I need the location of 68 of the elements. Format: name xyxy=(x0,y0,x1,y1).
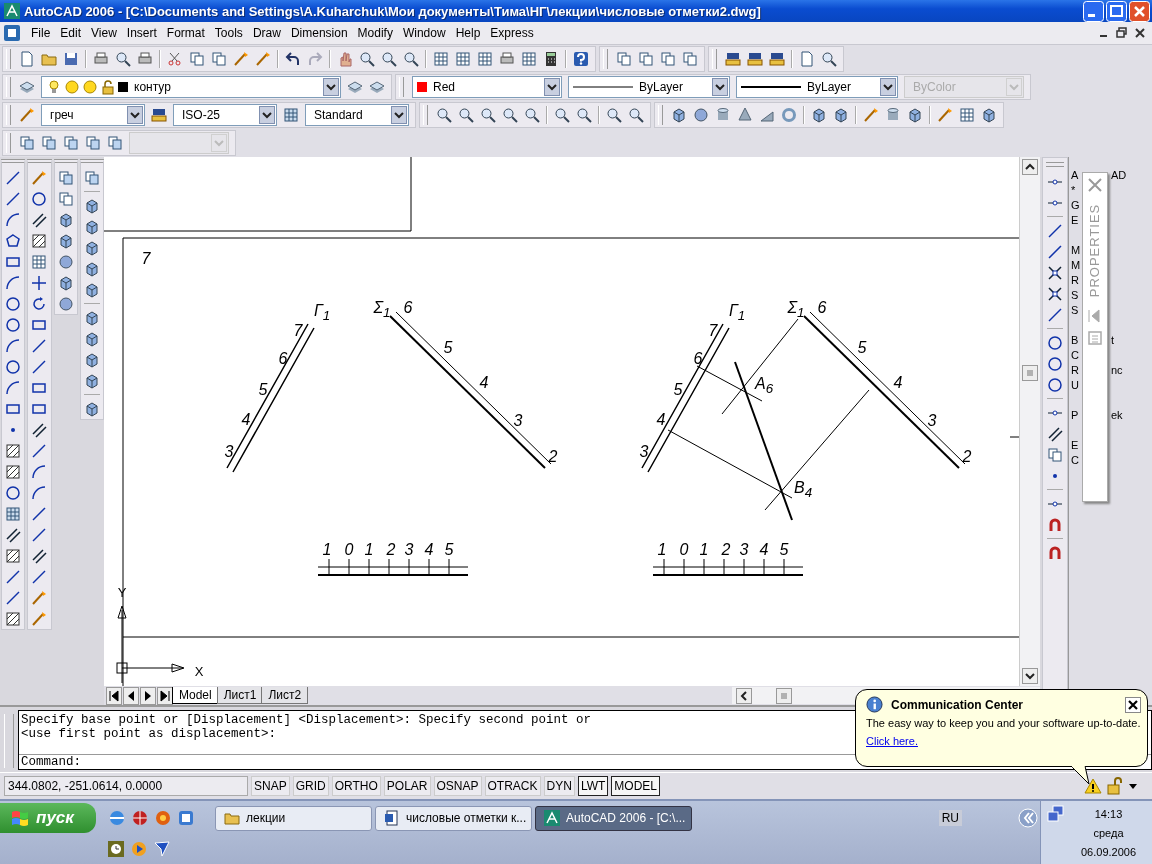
elevation-mark: 4 xyxy=(656,412,666,428)
sheet-number: 7 xyxy=(141,251,151,267)
scale-label: 3 xyxy=(739,542,749,558)
covered-text: AD xyxy=(1111,169,1127,181)
covered-text: ek xyxy=(1111,409,1123,421)
covered-text: R xyxy=(1071,364,1079,376)
scale-label: 1 xyxy=(322,542,332,558)
elevation-mark: 5 xyxy=(857,340,867,356)
scale-label: 0 xyxy=(679,542,689,558)
covered-text: nc xyxy=(1111,364,1123,376)
scale-label: 2 xyxy=(386,542,396,558)
scale-label: 5 xyxy=(779,542,789,558)
elevation-mark: 5 xyxy=(258,382,268,398)
covered-text: E xyxy=(1071,214,1079,226)
trace-label: Г$_{1}$ xyxy=(313,303,331,323)
coordinates-display: 344.0802, -251.0614, 0.0000 xyxy=(4,776,248,796)
scale-label: 4 xyxy=(424,542,434,558)
trace-label: Г$_{1}$ xyxy=(728,303,746,323)
covered-text: S xyxy=(1071,289,1079,301)
covered-text: * xyxy=(1071,184,1076,196)
notification-title: Communication Center xyxy=(891,697,1023,712)
covered-text: B xyxy=(1071,334,1079,346)
scale-label: 3 xyxy=(404,542,414,558)
elevation-mark: 3 xyxy=(513,413,523,429)
elevation-mark: 4 xyxy=(241,412,251,428)
plane-label: Σ$_{1}$ xyxy=(373,300,391,320)
point-label: A$_{6}$ xyxy=(754,376,774,396)
covered-text: C xyxy=(1071,349,1079,361)
elevation-mark: 4 xyxy=(479,375,489,391)
command-history-line: <use first point as displacement>: xyxy=(21,727,277,741)
scale-label: 1 xyxy=(657,542,667,558)
elevation-mark: 7 xyxy=(708,323,718,339)
elevation-mark: 3 xyxy=(639,444,649,460)
elevation-mark: 4 xyxy=(893,375,903,391)
elevation-mark: 6 xyxy=(693,351,703,367)
point-label: B$_{4}$ xyxy=(793,480,813,500)
command-history-line: Specify base point or [Displacement] <Displacement>: Specify second point or xyxy=(21,713,592,727)
scale-label: 1 xyxy=(364,542,374,558)
plane-label: Σ$_{1}$ xyxy=(787,300,805,320)
elevation-mark: 5 xyxy=(673,382,683,398)
covered-text: C xyxy=(1071,454,1079,466)
covered-text: U xyxy=(1071,379,1079,391)
covered-text: G xyxy=(1071,199,1080,211)
covered-text: M xyxy=(1071,259,1081,271)
covered-text: M xyxy=(1071,244,1081,256)
scale-label: 0 xyxy=(344,542,354,558)
elevation-mark: 5 xyxy=(443,340,453,356)
scale-label: 2 xyxy=(721,542,731,558)
elevation-mark: 6 xyxy=(278,351,288,367)
covered-text: R xyxy=(1071,274,1079,286)
axis-label: X xyxy=(194,664,204,678)
elevation-mark: 6 xyxy=(817,300,827,316)
window-title: AutoCAD 2006 - [C:\Documents and Settings\A.Kuharchuk\Мои документы\Тима\НГ\лекции\числовые отметки2.dwg] xyxy=(24,3,761,19)
covered-text: S xyxy=(1071,304,1079,316)
axis-label: Y xyxy=(117,585,127,599)
elevation-mark: 3 xyxy=(224,444,234,460)
elevation-mark: 6 xyxy=(403,300,413,316)
scale-label: 5 xyxy=(444,542,454,558)
elevation-mark: 3 xyxy=(927,413,937,429)
scale-label: 1 xyxy=(699,542,709,558)
elevation-mark: 7 xyxy=(293,323,303,339)
covered-text: E xyxy=(1071,439,1079,451)
covered-text: t xyxy=(1111,334,1115,346)
covered-text: P xyxy=(1071,409,1079,421)
scale-label: 4 xyxy=(759,542,769,558)
covered-text: A xyxy=(1071,169,1079,181)
elevation-mark: 2 xyxy=(548,449,558,465)
elevation-mark: 2 xyxy=(962,449,972,465)
